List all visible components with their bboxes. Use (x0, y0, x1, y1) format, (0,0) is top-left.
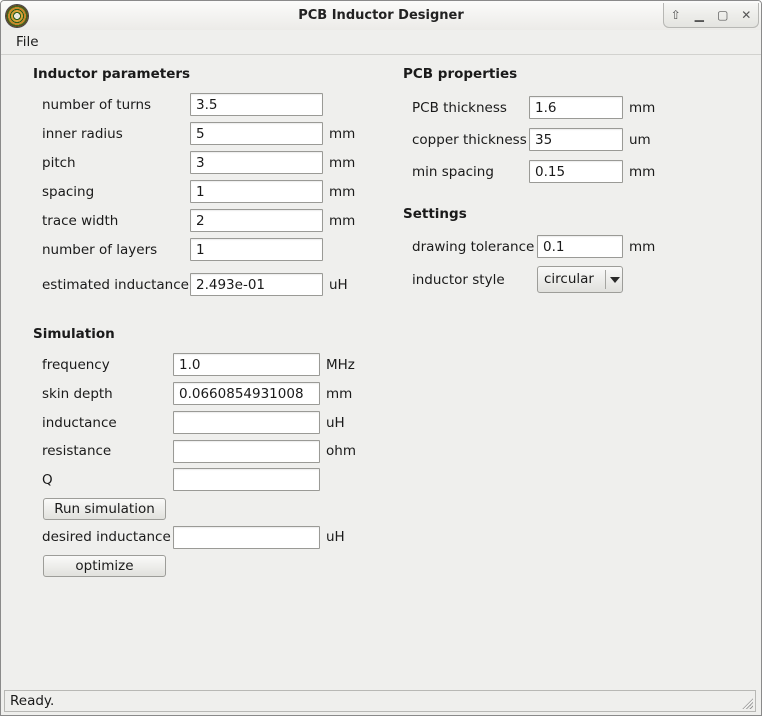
trace-width-input[interactable] (190, 209, 323, 232)
menu-bar: File (1, 30, 761, 55)
q-input[interactable] (173, 468, 320, 491)
pcb-thickness-input[interactable] (529, 96, 623, 119)
frequency-unit: MHz (326, 357, 355, 373)
select-separator (605, 270, 606, 289)
skin-depth-input[interactable] (173, 382, 320, 405)
trace-width-label: trace width (42, 213, 119, 229)
resize-grip-icon[interactable] (741, 697, 753, 709)
minimize-button[interactable]: ▁ (689, 6, 709, 24)
spacing-input[interactable] (190, 180, 323, 203)
skin-depth-unit: mm (326, 386, 353, 402)
main-window: PCB Inductor Designer ⇧ ▁ ▢ ✕ File Induc… (0, 0, 762, 716)
run-simulation-button[interactable]: Run simulation (43, 498, 166, 520)
spacing-unit: mm (329, 184, 356, 200)
inductance-unit: uH (326, 415, 345, 431)
resistance-label: resistance (42, 443, 112, 459)
spacing-label: spacing (42, 184, 95, 200)
desired-inductance-input[interactable] (173, 526, 320, 549)
resistance-unit: ohm (326, 443, 356, 459)
simulation-title: Simulation (33, 326, 115, 342)
estimated-inductance-input[interactable] (190, 273, 323, 296)
inner-radius-input[interactable] (190, 122, 323, 145)
number-of-turns-label: number of turns (42, 97, 152, 113)
close-button[interactable]: ✕ (736, 6, 756, 24)
close-icon: ✕ (741, 8, 752, 22)
inductance-label: inductance (42, 415, 117, 431)
pcb-thickness-unit: mm (629, 100, 656, 116)
chevron-down-icon (610, 277, 620, 283)
q-label: Q (42, 472, 53, 488)
resistance-input[interactable] (173, 440, 320, 463)
min-spacing-input[interactable] (529, 160, 623, 183)
pitch-input[interactable] (190, 151, 323, 174)
inner-radius-label: inner radius (42, 126, 123, 142)
pcb-thickness-label: PCB thickness (412, 100, 507, 116)
pitch-unit: mm (329, 155, 356, 171)
shade-button[interactable]: ⇧ (666, 6, 686, 24)
status-text: Ready. (10, 693, 55, 709)
inductance-input[interactable] (173, 411, 320, 434)
menu-file[interactable]: File (16, 34, 39, 50)
estimated-inductance-label: estimated inductance (42, 277, 189, 293)
inductor-style-select[interactable]: circular (537, 266, 623, 293)
minimize-icon: ▁ (694, 8, 704, 22)
number-of-layers-input[interactable] (190, 238, 323, 261)
inductor-parameters-title: Inductor parameters (33, 66, 191, 82)
window-controls: ⇧ ▁ ▢ ✕ (663, 3, 759, 28)
skin-depth-label: skin depth (42, 386, 113, 402)
copper-thickness-input[interactable] (529, 128, 623, 151)
inductor-style-label: inductor style (412, 272, 505, 288)
settings-title: Settings (403, 206, 467, 222)
min-spacing-label: min spacing (412, 164, 494, 180)
estimated-inductance-unit: uH (329, 277, 348, 293)
min-spacing-unit: mm (629, 164, 656, 180)
drawing-tolerance-label: drawing tolerance (412, 239, 535, 255)
copper-thickness-label: copper thickness (412, 132, 527, 148)
window-title: PCB Inductor Designer (298, 8, 464, 23)
drawing-tolerance-input[interactable] (537, 235, 623, 258)
maximize-icon: ▢ (717, 8, 729, 22)
inner-radius-unit: mm (329, 126, 356, 142)
maximize-button[interactable]: ▢ (713, 6, 733, 24)
desired-inductance-label: desired inductance (42, 529, 171, 545)
arrow-up-icon: ⇧ (670, 8, 681, 22)
status-bar: Ready. (4, 690, 756, 712)
inductor-style-value: circular (544, 271, 594, 287)
number-of-layers-label: number of layers (42, 242, 158, 258)
copper-thickness-unit: um (629, 132, 651, 148)
pitch-label: pitch (42, 155, 76, 171)
number-of-turns-input[interactable] (190, 93, 323, 116)
optimize-button[interactable]: optimize (43, 555, 166, 577)
drawing-tolerance-unit: mm (629, 239, 656, 255)
trace-width-unit: mm (329, 213, 356, 229)
desired-inductance-unit: uH (326, 529, 345, 545)
pcb-properties-title: PCB properties (403, 66, 518, 82)
frequency-input[interactable] (173, 353, 320, 376)
frequency-label: frequency (42, 357, 110, 373)
title-bar: PCB Inductor Designer ⇧ ▁ ▢ ✕ (1, 1, 761, 30)
